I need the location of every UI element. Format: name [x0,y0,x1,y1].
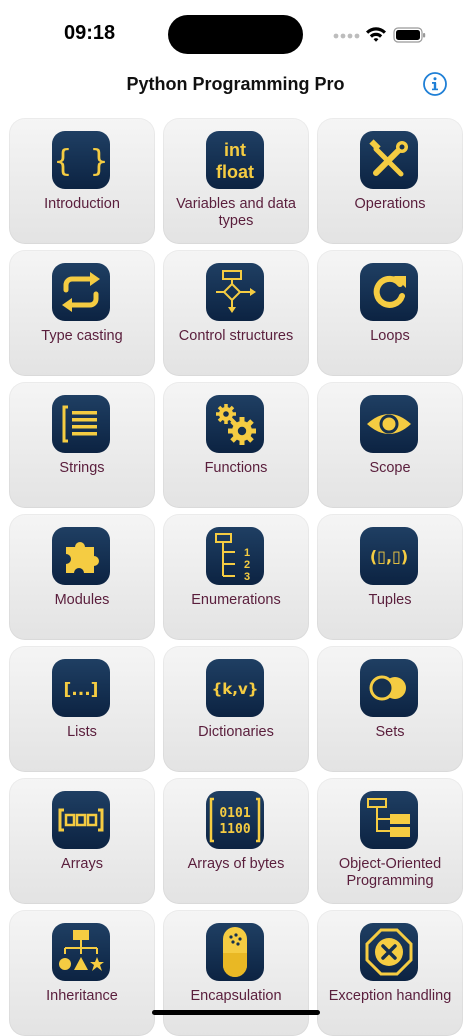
topic-tile-inheritance[interactable]: Inheritance [9,910,155,1036]
tile-label: Control structures [178,328,294,344]
tile-label: Enumerations [191,592,281,608]
key-value-icon: {k,v} [206,659,264,717]
list-brackets-icon: [...] [52,659,110,717]
topic-tile-exception-handling[interactable]: Exception handling [317,910,463,1036]
wifi-icon [366,27,386,42]
text-lines-icon [52,395,110,453]
svg-text:1100: 1100 [219,822,250,837]
icon-text-int: int [224,140,246,160]
topic-tile-sets[interactable]: Sets [317,646,463,772]
tile-label: Exception handling [328,988,452,1004]
topic-tile-operations[interactable]: Operations [317,118,463,244]
topic-tile-functions[interactable]: Functions [163,382,309,508]
status-time: 09:18 [64,22,116,44]
page-title: Python Programming Pro [126,74,345,94]
topic-tile-lists[interactable]: [...] Lists [9,646,155,772]
svg-text:(▯,▯): (▯,▯) [370,547,408,566]
svg-text:1: 1 [244,547,250,559]
tile-label: Introduction [44,196,120,212]
tile-label: Loops [370,328,410,344]
tile-label: Arrays of bytes [187,856,285,872]
tile-label: Arrays [61,856,103,872]
tools-icon [360,131,418,189]
capsule-icon [206,923,264,981]
error-x-icon [360,923,418,981]
svg-text:{k,v}: {k,v} [212,680,259,698]
array-icon [52,791,110,849]
topic-tile-dictionaries[interactable]: {k,v} Dictionaries [163,646,309,772]
status-bar: 09:18 [0,0,471,62]
topic-tile-encapsulation[interactable]: Encapsulation [163,910,309,1036]
topic-tile-enumerations[interactable]: 1 2 3 Enumerations [163,514,309,640]
tile-label: Variables and data types [176,196,296,229]
eye-icon [360,395,418,453]
icon-text-float: float [216,162,254,182]
bytes-icon: 0101 1100 [206,791,264,849]
topic-tile-oop[interactable]: Object-Oriented Programming [317,778,463,904]
dynamic-island [168,15,303,54]
tile-label: Functions [204,460,268,476]
tile-label: Scope [369,460,411,476]
tile-label: Type casting [41,328,123,344]
tile-label: Operations [354,196,426,212]
signal-icon [333,33,360,39]
flowchart-icon [206,263,264,321]
braces-icon: { } [52,131,110,189]
hierarchy-icon [52,923,110,981]
svg-text:3: 3 [244,571,250,583]
tile-label: Dictionaries [198,724,274,740]
home-indicator [152,1010,320,1015]
topic-tile-strings[interactable]: Strings [9,382,155,508]
status-icons [333,27,426,43]
topic-tile-loops[interactable]: Loops [317,250,463,376]
tile-label: Object-Oriented Programming [338,856,442,889]
svg-text:2: 2 [244,559,250,571]
tile-label: Lists [67,724,97,740]
tile-label: Tuples [368,592,412,608]
circles-icon [360,659,418,717]
battery-icon [393,27,426,43]
numbered-tree-icon: 1 2 3 [206,527,264,585]
topic-tile-scope[interactable]: Scope [317,382,463,508]
svg-text:[...]: [...] [64,680,99,700]
tile-label: Sets [375,724,405,740]
convert-arrows-icon [52,263,110,321]
tuple-icon: (▯,▯) [360,527,418,585]
topics-grid: { } Introduction int float Variables and… [9,118,463,1036]
topic-tile-control-structures[interactable]: Control structures [163,250,309,376]
topic-tile-variables[interactable]: int float Variables and data types [163,118,309,244]
svg-text:0101: 0101 [219,806,250,821]
int-float-icon: int float [206,131,264,189]
loop-arrow-icon [360,263,418,321]
topic-tile-type-casting[interactable]: Type casting [9,250,155,376]
topic-tile-introduction[interactable]: { } Introduction [9,118,155,244]
gears-icon [206,395,264,453]
tile-label: Strings [59,460,105,476]
topic-tile-arrays[interactable]: Arrays [9,778,155,904]
topic-tile-tuples[interactable]: (▯,▯) Tuples [317,514,463,640]
svg-text:{ }: { } [54,144,108,179]
tile-label: Modules [54,592,110,608]
info-icon[interactable] [422,71,448,97]
puzzle-icon [52,527,110,585]
topic-tile-arrays-of-bytes[interactable]: 0101 1100 Arrays of bytes [163,778,309,904]
topic-tile-modules[interactable]: Modules [9,514,155,640]
tile-label: Inheritance [46,988,118,1004]
class-tree-icon [360,791,418,849]
tile-label: Encapsulation [190,988,282,1004]
